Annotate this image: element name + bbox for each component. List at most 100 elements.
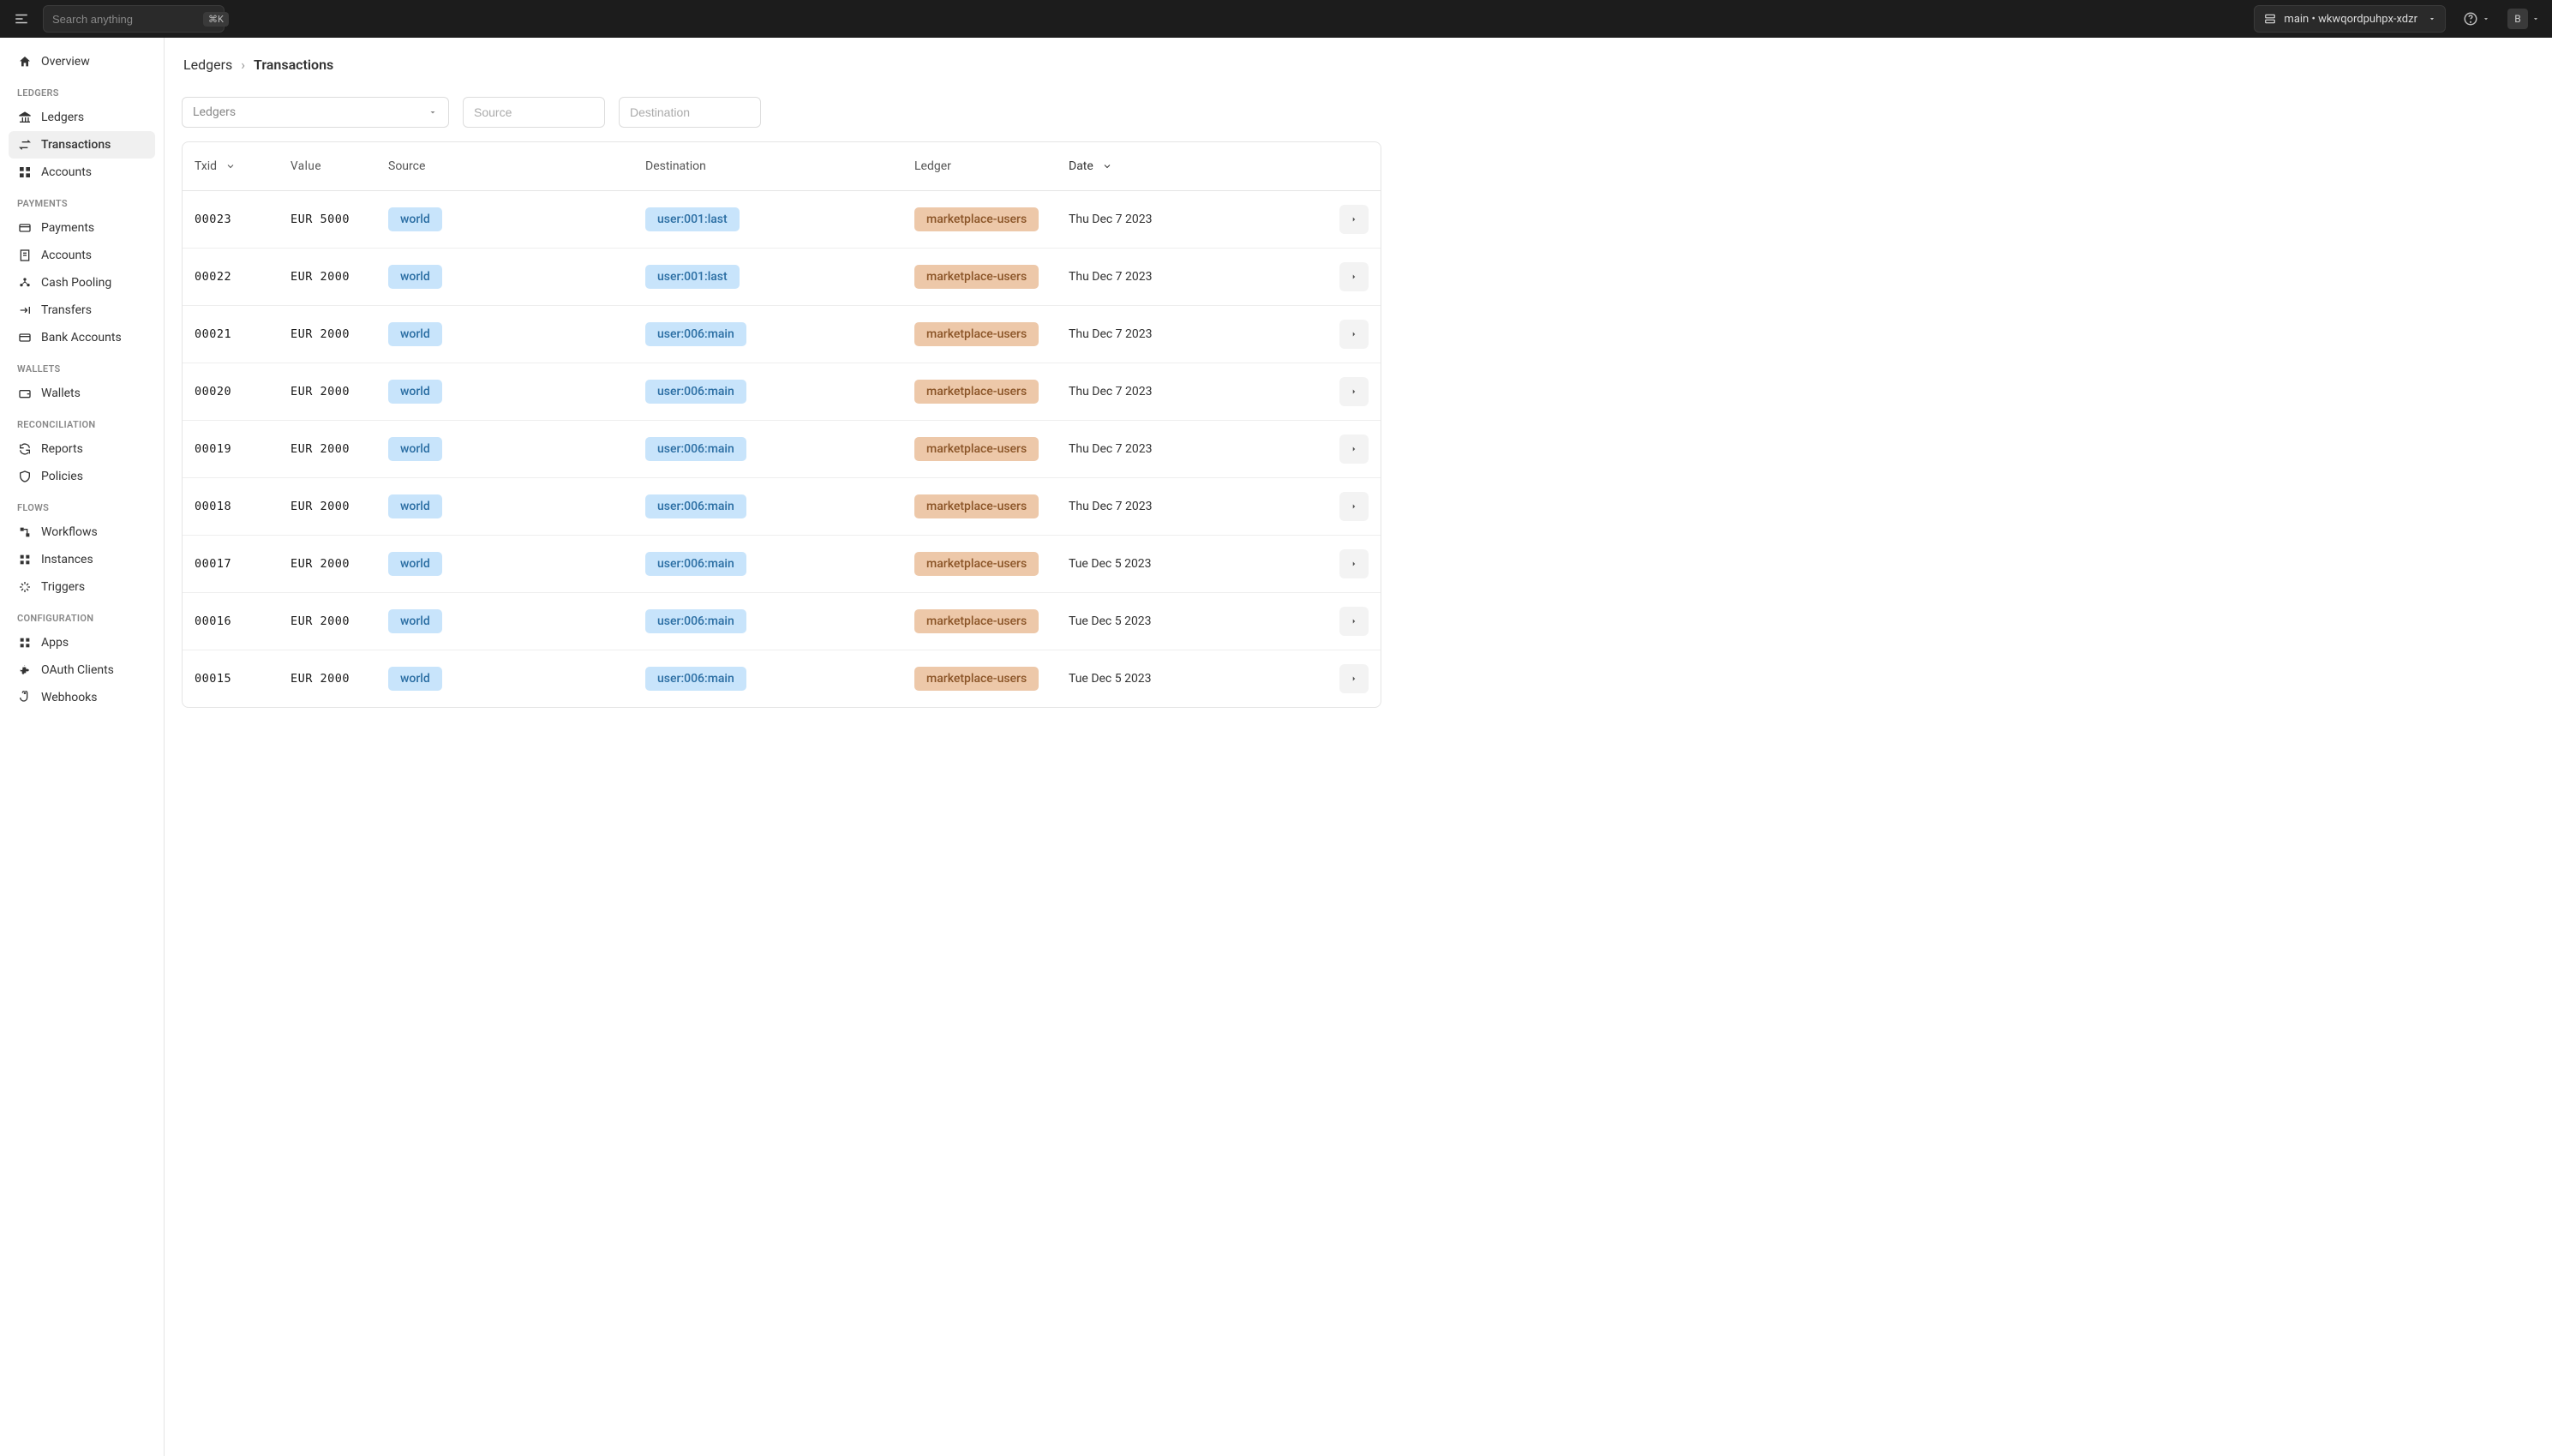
row-expand-button[interactable] (1339, 664, 1369, 693)
destination-pill[interactable]: user:006:main (645, 322, 746, 346)
sidebar-item-label: Ledgers (41, 111, 84, 124)
chevron-right-icon (1350, 560, 1358, 568)
destination-pill[interactable]: user:006:main (645, 437, 746, 461)
col-header-txid[interactable]: Txid (195, 159, 291, 173)
sidebar-item-accounts[interactable]: Accounts (9, 159, 155, 186)
row-expand-button[interactable] (1339, 607, 1369, 636)
sidebar-item-oauth[interactable]: OAuth Clients (9, 656, 155, 684)
row-expand-button[interactable] (1339, 205, 1369, 234)
row-expand-button[interactable] (1339, 549, 1369, 578)
global-search[interactable]: ⌘K (43, 5, 225, 33)
cell-txid: 00023 (195, 213, 291, 226)
sidebar-section-title: WALLETS (9, 351, 155, 380)
filter-ledgers-select[interactable]: Ledgers (182, 97, 449, 128)
source-pill[interactable]: world (388, 207, 442, 231)
topbar: ⌘K main • wkwqordpuhpx-xdzr B (0, 0, 2552, 38)
source-pill[interactable]: world (388, 667, 442, 691)
cell-destination: user:006:main (645, 667, 914, 691)
sidebar-item-wallets[interactable]: Wallets (9, 380, 155, 407)
sidebar-item-policies[interactable]: Policies (9, 463, 155, 490)
ledger-pill[interactable]: marketplace-users (914, 552, 1039, 576)
cell-date: Thu Dec 7 2023 (1069, 500, 1180, 513)
chevron-right-icon (1350, 387, 1358, 396)
stack-label: main • wkwqordpuhpx-xdzr (2284, 13, 2417, 26)
sidebar-item-transfers[interactable]: Transfers (9, 297, 155, 324)
destination-pill[interactable]: user:006:main (645, 494, 746, 518)
col-header-ledger: Ledger (914, 159, 1069, 173)
source-pill[interactable]: world (388, 265, 442, 289)
destination-pill[interactable]: user:006:main (645, 667, 746, 691)
source-pill[interactable]: world (388, 322, 442, 346)
cell-ledger: marketplace-users (914, 494, 1069, 518)
destination-pill[interactable]: user:006:main (645, 380, 746, 404)
sidebar-item-reports[interactable]: Reports (9, 435, 155, 463)
chevron-right-icon (1350, 617, 1358, 626)
source-pill[interactable]: world (388, 552, 442, 576)
cell-source: world (388, 322, 645, 346)
sidebar-item-payments[interactable]: Payments (9, 214, 155, 242)
sparkle-icon (17, 579, 33, 595)
cell-value: EUR 2000 (291, 500, 388, 513)
ledger-pill[interactable]: marketplace-users (914, 494, 1039, 518)
ledger-pill[interactable]: marketplace-users (914, 437, 1039, 461)
breadcrumb: Ledgers › Transactions (182, 57, 1381, 73)
refresh-icon (17, 441, 33, 457)
search-input[interactable] (52, 13, 203, 26)
source-pill[interactable]: world (388, 380, 442, 404)
sidebar-item-cash-pooling[interactable]: Cash Pooling (9, 269, 155, 297)
cell-value: EUR 2000 (291, 557, 388, 571)
sidebar-item-transactions[interactable]: Transactions (9, 131, 155, 159)
ledger-pill[interactable]: marketplace-users (914, 380, 1039, 404)
cell-value: EUR 2000 (291, 270, 388, 284)
bank-icon (17, 110, 33, 125)
sidebar-item-webhooks[interactable]: Webhooks (9, 684, 155, 711)
source-pill[interactable]: world (388, 437, 442, 461)
sidebar-item-bank-accounts[interactable]: Bank Accounts (9, 324, 155, 351)
filter-destination-input[interactable] (619, 97, 761, 128)
cell-destination: user:006:main (645, 322, 914, 346)
ledger-pill[interactable]: marketplace-users (914, 322, 1039, 346)
table-row: 00021EUR 2000worlduser:006:mainmarketpla… (183, 306, 1381, 363)
table-header: Txid Value Source Destination Ledger Dat… (183, 142, 1381, 191)
help-button[interactable] (2458, 11, 2495, 27)
sidebar-item-workflows[interactable]: Workflows (9, 518, 155, 546)
source-pill[interactable]: world (388, 494, 442, 518)
row-expand-button[interactable] (1339, 377, 1369, 406)
ledger-pill[interactable]: marketplace-users (914, 609, 1039, 633)
ledger-pill[interactable]: marketplace-users (914, 667, 1039, 691)
filter-source-input[interactable] (463, 97, 605, 128)
cell-source: world (388, 494, 645, 518)
sidebar-item-apps[interactable]: Apps (9, 629, 155, 656)
sidebar-item-label: Webhooks (41, 691, 98, 704)
sidebar-item-label: Payments (41, 221, 94, 235)
destination-pill[interactable]: user:006:main (645, 609, 746, 633)
breadcrumb-root[interactable]: Ledgers (183, 57, 232, 73)
row-expand-button[interactable] (1339, 262, 1369, 291)
col-header-date-label: Date (1069, 159, 1093, 173)
source-pill[interactable]: world (388, 609, 442, 633)
cell-ledger: marketplace-users (914, 667, 1069, 691)
sidebar-item-instances[interactable]: Instances (9, 546, 155, 573)
row-expand-button[interactable] (1339, 320, 1369, 349)
user-menu[interactable]: B (2507, 9, 2540, 29)
cell-destination: user:006:main (645, 609, 914, 633)
cell-ledger: marketplace-users (914, 609, 1069, 633)
sidebar-item-pay-accounts[interactable]: Accounts (9, 242, 155, 269)
ledger-pill[interactable]: marketplace-users (914, 265, 1039, 289)
sidebar-item-triggers[interactable]: Triggers (9, 573, 155, 601)
destination-pill[interactable]: user:006:main (645, 552, 746, 576)
destination-pill[interactable]: user:001:last (645, 207, 740, 231)
cell-actions (1180, 434, 1369, 464)
row-expand-button[interactable] (1339, 492, 1369, 521)
row-expand-button[interactable] (1339, 434, 1369, 464)
ledger-pill[interactable]: marketplace-users (914, 207, 1039, 231)
col-header-value: Value (291, 159, 388, 173)
destination-pill[interactable]: user:001:last (645, 265, 740, 289)
cell-destination: user:006:main (645, 494, 914, 518)
menu-toggle-button[interactable] (12, 9, 31, 28)
sidebar-section-title: PAYMENTS (9, 186, 155, 214)
sidebar-item-overview[interactable]: Overview (9, 48, 155, 75)
col-header-date[interactable]: Date (1069, 159, 1180, 173)
sidebar-item-ledgers[interactable]: Ledgers (9, 104, 155, 131)
stack-selector[interactable]: main • wkwqordpuhpx-xdzr (2254, 5, 2446, 33)
